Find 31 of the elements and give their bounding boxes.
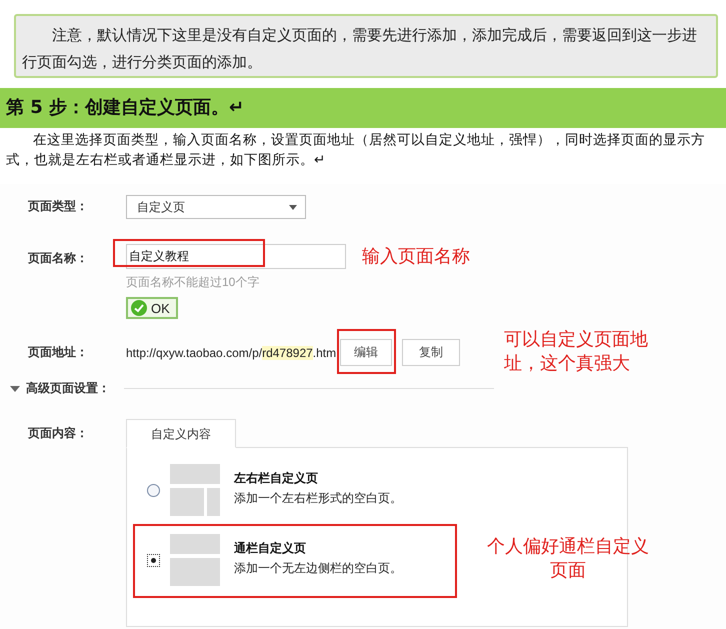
intro-paragraph: 在这里选择页面类型，输入页面名称，设置页面地址（居然可以自定义地址，强悍），同时选择页面的显示方式，也就是左右栏或者通栏显示进，如下图所示。↵ (5, 131, 706, 170)
content-tab[interactable]: 自定义内容 (126, 419, 236, 448)
page-name-field[interactable]: 自定义教程 (126, 244, 346, 269)
two-column-layout-icon (170, 464, 220, 516)
annotation-text: 个人偏好通栏自定义页面 (486, 535, 650, 582)
annotation-text: 可以自定义页面地址，这个真强大 (504, 328, 649, 375)
field-label: 页面内容： (28, 425, 89, 442)
page-url: http://qxyw.taobao.com/p/rd478927.htm (126, 346, 336, 360)
copy-button[interactable]: 复制 (402, 339, 460, 366)
option-description: 添加一个左右栏形式的空白页。 (234, 490, 402, 507)
annotation-text: 输入页面名称 (362, 245, 470, 268)
note-text: 注意，默认情况下这里是没有自定义页面的，需要先进行添加，添加完成后，需要返回到这一步进行页面勾选，进行分类页面的添加。 (14, 14, 718, 78)
ok-button[interactable]: OK (126, 297, 178, 319)
radio-button[interactable] (147, 554, 160, 566)
collapse-triangle-icon[interactable] (10, 384, 20, 394)
check-icon (131, 300, 147, 316)
field-label: 页面名称： (28, 250, 89, 267)
full-width-layout-icon (170, 534, 220, 586)
field-hint: 页面名称不能超过10个字 (126, 274, 260, 291)
field-label: 页面地址： (28, 344, 89, 361)
option-title: 左右栏自定义页 (234, 470, 319, 487)
field-label: 页面类型： (28, 198, 89, 215)
option-description: 添加一个无左边侧栏的空白页。 (234, 560, 402, 577)
radio-button[interactable] (147, 484, 160, 496)
option-title: 通栏自定义页 (234, 540, 307, 557)
section-label: 高级页面设置： (26, 380, 110, 397)
page-type-select[interactable]: 自定义页 (126, 195, 306, 219)
caret-icon (289, 204, 297, 210)
section-heading: 第 5 步：创建自定义页面。↵ (0, 88, 726, 128)
edit-button[interactable]: 编辑 (340, 339, 392, 366)
highlight-frame (337, 329, 396, 374)
